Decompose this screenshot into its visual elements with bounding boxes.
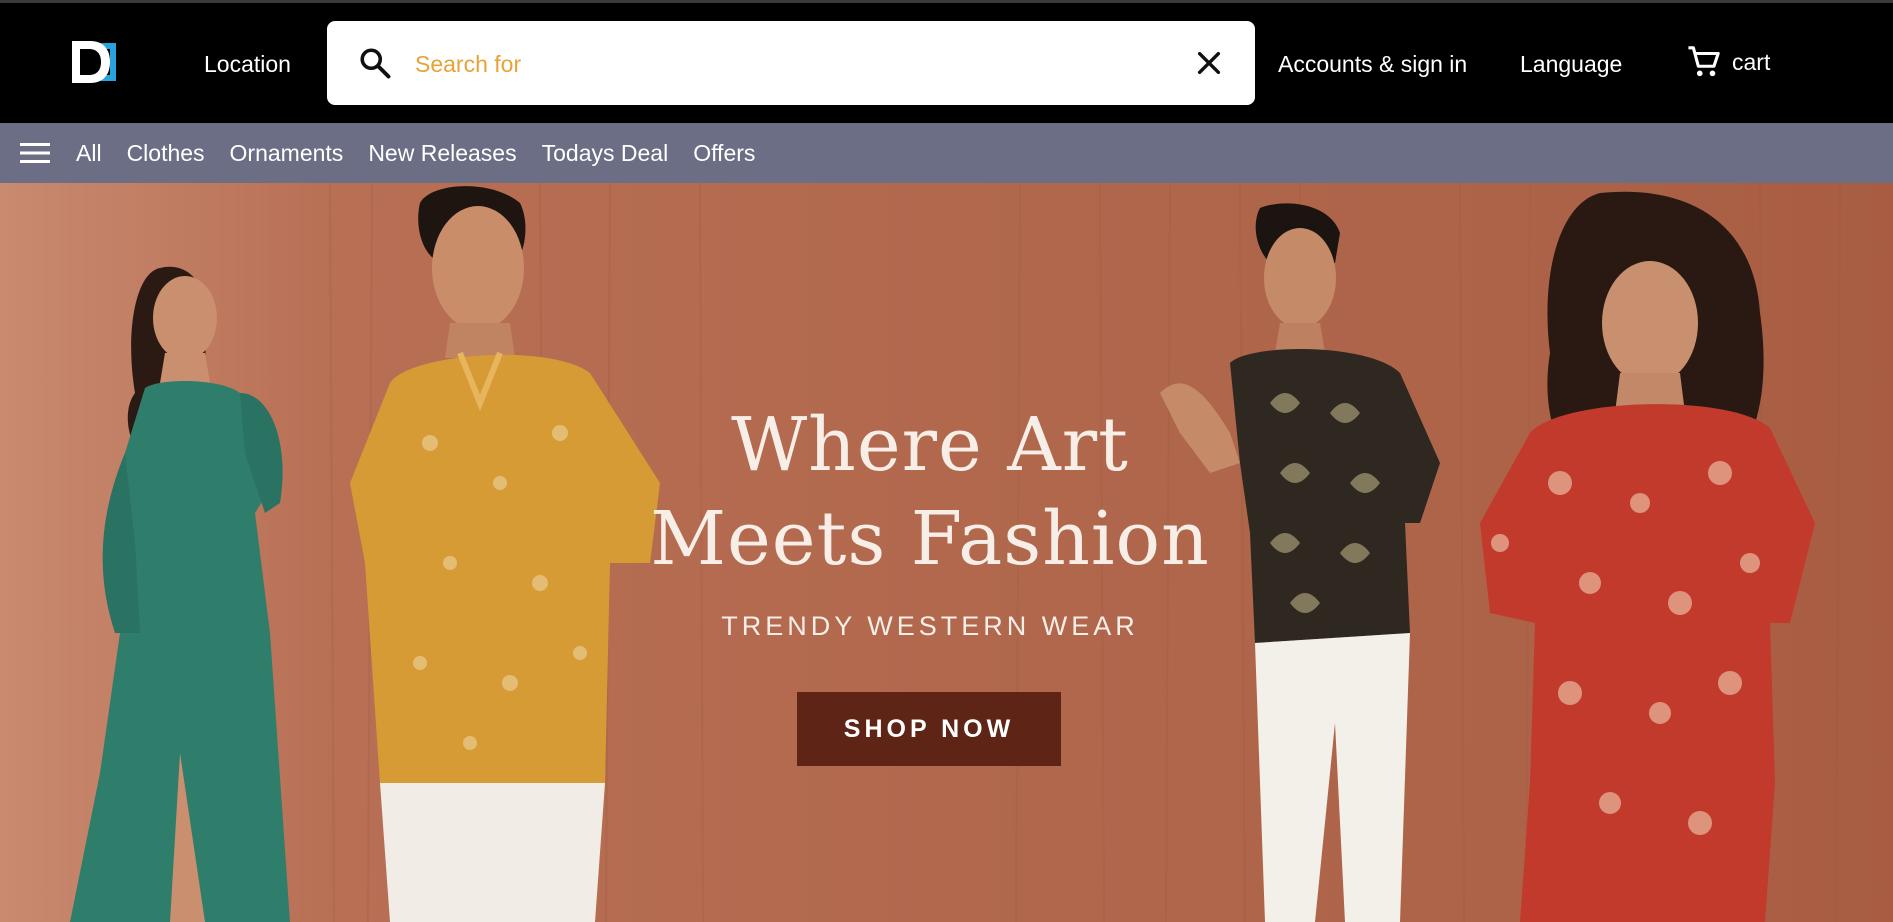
nav-item-todays-deal[interactable]: Todays Deal <box>542 140 669 167</box>
language-link[interactable]: Language <box>1520 51 1622 78</box>
model-red-top <box>1480 191 1815 922</box>
hero-title: Where Art Meets Fashion <box>620 398 1240 586</box>
nav-item-clothes[interactable]: Clothes <box>127 140 205 167</box>
hero-subtitle: TRENDY WESTERN WEAR <box>721 611 1139 641</box>
nav-item-new-releases[interactable]: New Releases <box>368 140 516 167</box>
hero-title-line-2: Meets Fashion <box>650 496 1210 582</box>
nav-item-offers[interactable]: Offers <box>693 140 755 167</box>
top-navbar: Location Accounts & sign in Language car… <box>0 0 1893 123</box>
shop-now-button[interactable]: SHOP NOW <box>797 692 1061 766</box>
close-icon[interactable] <box>1193 47 1225 79</box>
nav-item-ornaments[interactable]: Ornaments <box>230 140 344 167</box>
cart-link[interactable]: cart <box>1686 45 1770 79</box>
hero-banner[interactable]: Where Art Meets Fashion TRENDY WESTERN W… <box>0 183 1893 922</box>
hero-title-line-1: Where Art <box>731 402 1129 488</box>
menu-icon[interactable] <box>18 140 52 166</box>
model-green-dress <box>70 266 290 922</box>
nav-item-all[interactable]: All <box>76 140 102 167</box>
category-nav: All Clothes Ornaments New Releases Today… <box>0 123 1893 183</box>
cart-label: cart <box>1732 48 1771 75</box>
search-bar[interactable] <box>327 21 1255 105</box>
search-input[interactable] <box>413 35 1177 93</box>
accounts-sign-in-link[interactable]: Accounts & sign in <box>1278 51 1467 78</box>
location-link[interactable]: Location <box>204 51 291 78</box>
logo-icon[interactable] <box>70 39 118 85</box>
cart-icon <box>1688 46 1720 77</box>
search-icon[interactable] <box>357 45 393 81</box>
